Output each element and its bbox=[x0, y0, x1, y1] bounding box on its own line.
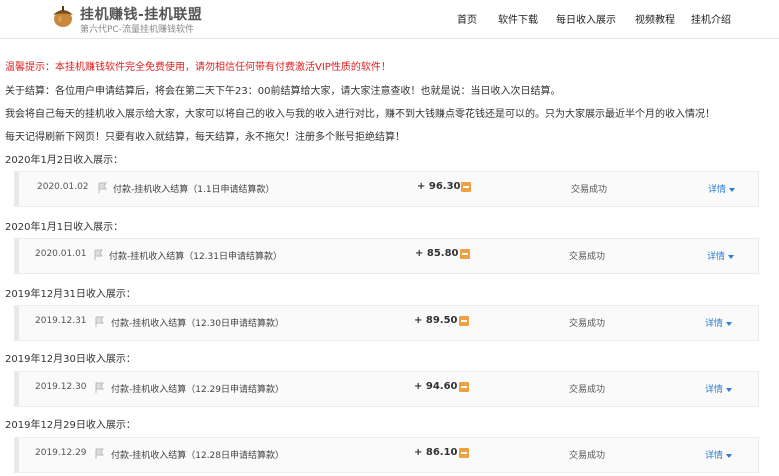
transaction-description: 付款-挂机收入结算（12.31日申请结算款） bbox=[109, 252, 283, 262]
section-title: 2020年1月1日收入展示： bbox=[5, 222, 124, 233]
transaction-status: 交易成功 bbox=[569, 319, 606, 329]
flag-icon bbox=[94, 249, 103, 260]
transaction-row: 2019.12.29 付款-挂机收入结算（12.28日申请结算款） + 86.1… bbox=[14, 437, 759, 473]
flag-icon bbox=[95, 448, 104, 459]
main-nav: 首页 软件下载 每日收入展示 视频教程 挂机介绍 bbox=[0, 11, 779, 27]
warning-notice: 温馨提示：本挂机赚钱软件完全免费使用，请勿相信任何带有付费激活VIP性质的软件！ bbox=[5, 62, 391, 73]
details-toggle[interactable]: 详情 bbox=[705, 448, 733, 461]
section-title: 2020年1月2日收入展示： bbox=[5, 155, 124, 166]
transaction-date: 2020.01.01 bbox=[35, 249, 87, 259]
details-toggle[interactable]: 详情 bbox=[705, 316, 733, 329]
details-label: 详情 bbox=[705, 451, 724, 461]
chevron-down-icon bbox=[729, 187, 736, 192]
details-label: 详情 bbox=[708, 185, 727, 195]
transaction-date: 2019.12.31 bbox=[35, 316, 87, 326]
transaction-amount: + 85.80 bbox=[415, 248, 459, 259]
transaction-description: 付款-挂机收入结算（12.29日申请结算款） bbox=[111, 385, 285, 395]
transaction-row: 2019.12.31 付款-挂机收入结算（12.30日申请结算款） + 89.5… bbox=[14, 305, 759, 341]
flag-icon bbox=[95, 316, 104, 327]
transaction-status: 交易成功 bbox=[569, 385, 606, 395]
transaction-amount: + 86.10 bbox=[414, 447, 458, 458]
details-toggle[interactable]: 详情 bbox=[708, 182, 736, 195]
transaction-status: 交易成功 bbox=[571, 185, 608, 195]
transaction-description: 付款-挂机收入结算（12.30日申请结算款） bbox=[111, 319, 285, 329]
nav-software-download[interactable]: 软件下载 bbox=[498, 11, 538, 26]
transaction-date: 2019.12.29 bbox=[35, 448, 87, 458]
details-toggle[interactable]: 详情 bbox=[707, 249, 735, 262]
chevron-down-icon bbox=[728, 254, 735, 259]
top-header: 挂机赚钱-挂机联盟 第六代PC-流量挂机赚钱软件 首页 软件下载 每日收入展示 … bbox=[0, 0, 779, 39]
minus-badge-icon bbox=[461, 182, 471, 192]
transaction-amount: + 89.50 bbox=[414, 315, 458, 326]
minus-badge-icon bbox=[460, 249, 470, 259]
section-title: 2019年12月29日收入展示： bbox=[5, 420, 136, 431]
section-title: 2019年12月30日收入展示： bbox=[5, 354, 136, 365]
nav-video-tutorials[interactable]: 视频教程 bbox=[635, 11, 675, 26]
transaction-status: 交易成功 bbox=[569, 451, 606, 461]
nav-daily-income[interactable]: 每日收入展示 bbox=[556, 11, 616, 26]
section-title: 2019年12月31日收入展示： bbox=[5, 289, 136, 300]
row-accent bbox=[15, 438, 19, 472]
flag-icon bbox=[95, 382, 104, 393]
flag-icon bbox=[98, 182, 107, 193]
row-accent bbox=[15, 306, 19, 340]
transaction-row: 2019.12.30 付款-挂机收入结算（12.29日申请结算款） + 94.6… bbox=[14, 371, 759, 407]
transaction-date: 2020.01.02 bbox=[37, 182, 89, 192]
chevron-down-icon bbox=[726, 387, 733, 392]
transaction-status: 交易成功 bbox=[569, 252, 606, 262]
transaction-row: 2020.01.01 付款-挂机收入结算（12.31日申请结算款） + 85.8… bbox=[14, 238, 759, 274]
chevron-down-icon bbox=[726, 453, 733, 458]
settlement-notice: 关于结算：各位用户申请结算后，将会在第二天下午23：00前结算给大家，请大家注意… bbox=[5, 86, 561, 97]
details-label: 详情 bbox=[705, 319, 724, 329]
transaction-date: 2019.12.30 bbox=[35, 382, 87, 392]
row-accent bbox=[15, 372, 19, 406]
chevron-down-icon bbox=[726, 321, 733, 326]
nav-home[interactable]: 首页 bbox=[457, 11, 477, 26]
transaction-row: 2020.01.02 付款-挂机收入结算（1.1日申请结算款） + 96.30 … bbox=[14, 171, 759, 207]
details-label: 详情 bbox=[705, 385, 724, 395]
nav-about[interactable]: 挂机介绍 bbox=[691, 11, 731, 26]
details-label: 详情 bbox=[707, 252, 726, 262]
row-accent bbox=[15, 239, 19, 273]
refresh-notice: 每天记得刷新下网页！只要有收入就结算，每天结算，永不拖欠！注册多个账号拒绝结算！ bbox=[5, 132, 405, 143]
row-accent bbox=[15, 172, 19, 206]
transaction-amount: + 94.60 bbox=[414, 381, 458, 392]
transaction-description: 付款-挂机收入结算（12.28日申请结算款） bbox=[111, 451, 285, 461]
details-toggle[interactable]: 详情 bbox=[705, 382, 733, 395]
minus-badge-icon bbox=[459, 382, 469, 392]
income-display-notice: 我会将自己每天的挂机收入展示给大家，大家可以将自己的收入与我的收入进行对比，赚不… bbox=[5, 109, 715, 120]
transaction-amount: + 96.30 bbox=[417, 181, 461, 192]
transaction-description: 付款-挂机收入结算（1.1日申请结算款） bbox=[113, 185, 275, 195]
minus-badge-icon bbox=[459, 448, 469, 458]
minus-badge-icon bbox=[459, 316, 469, 326]
